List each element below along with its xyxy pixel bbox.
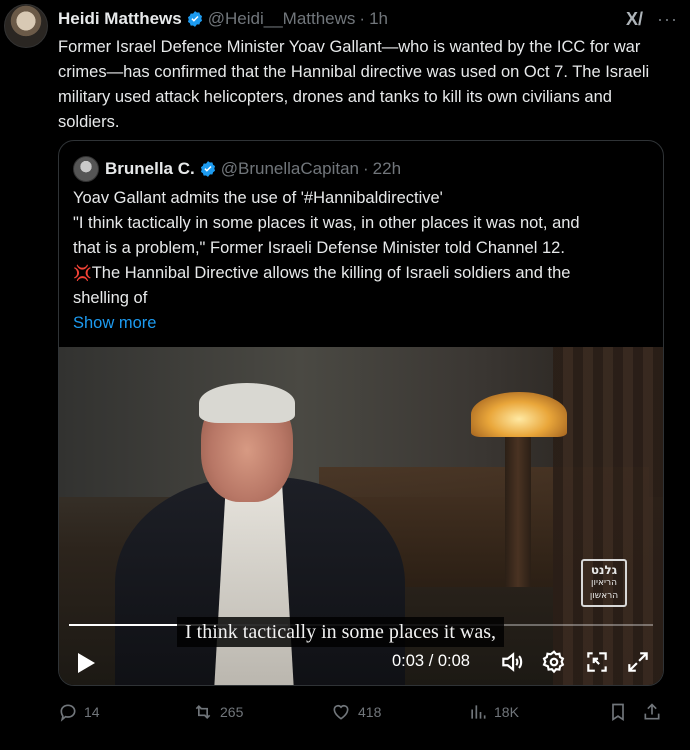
- watermark-line: הראשון: [589, 591, 619, 601]
- view-count: 18K: [494, 704, 519, 720]
- header-actions: X/ ···: [626, 9, 678, 30]
- quoted-text-line: 💢The Hannibal Directive allows the killi…: [73, 261, 653, 286]
- video-controls: 0:03 / 0:08: [59, 645, 663, 681]
- video-player[interactable]: גלנט הריאיון הראשון I think tactically i…: [59, 347, 663, 685]
- reply-icon: [60, 704, 76, 722]
- video-background-curtain: [553, 347, 663, 685]
- quoted-tweet-text: Yoav Gallant admits the use of '#Hanniba…: [73, 186, 653, 336]
- repost-count: 265: [220, 704, 244, 720]
- quoted-text-segment: The Hannibal Directive allows the killin…: [91, 264, 571, 282]
- like-count: 418: [358, 704, 382, 720]
- tweet-text: Former Israel Defence Minister Yoav Gall…: [58, 38, 650, 131]
- quoted-text-line: shelling of: [73, 289, 148, 307]
- grok-icon[interactable]: X/: [626, 9, 643, 30]
- separator-dot: ·: [359, 9, 366, 28]
- fullscreen-icon[interactable]: [625, 649, 651, 680]
- tweet: Heidi Matthews @Heidi__Matthews · 1h X/ …: [0, 0, 690, 750]
- bookmark-button[interactable]: [608, 702, 628, 722]
- reply-count: 14: [84, 704, 100, 720]
- heart-icon: [333, 704, 349, 720]
- watermark-line: הריאיון: [591, 578, 617, 588]
- like-button[interactable]: 418: [330, 702, 381, 722]
- verified-badge-icon: [186, 10, 204, 28]
- verified-badge-icon: [199, 160, 217, 178]
- quoted-author-name[interactable]: Brunella C.: [105, 159, 195, 179]
- share-button[interactable]: [642, 702, 662, 722]
- quoted-tweet-header: Brunella C. @BrunellaCapitan · 22h: [73, 156, 401, 182]
- more-options-icon[interactable]: ···: [657, 9, 678, 30]
- channel-watermark: גלנט הריאיון הראשון: [581, 559, 627, 607]
- views-button[interactable]: 18K: [468, 702, 519, 722]
- volume-icon[interactable]: [499, 649, 525, 680]
- video-subtitle: I think tactically in some places it was…: [177, 617, 505, 647]
- tweet-action-bar: 14 265 418 18K: [58, 700, 668, 726]
- show-more-link[interactable]: Show more: [73, 311, 653, 336]
- anger-symbol-icon: 💢: [73, 265, 92, 282]
- quoted-author-handle[interactable]: @BrunellaCapitan: [221, 159, 359, 179]
- share-icon: [644, 703, 660, 720]
- quoted-text-line: "I think tactically in some places it wa…: [73, 214, 580, 232]
- quoted-text-line: Yoav Gallant admits the use of '#Hanniba…: [73, 189, 443, 207]
- tweet-timestamp[interactable]: 1h: [369, 9, 388, 29]
- separator-dot: ·: [362, 159, 369, 178]
- quoted-tweet[interactable]: Brunella C. @BrunellaCapitan · 22h Yoav …: [58, 140, 664, 686]
- reply-button[interactable]: 14: [58, 702, 100, 722]
- views-chart-icon: [471, 705, 486, 719]
- quoted-text-line: that is a problem," Former Israeli Defen…: [73, 239, 565, 257]
- quoted-author-avatar[interactable]: [73, 156, 99, 182]
- author-avatar[interactable]: [4, 4, 48, 48]
- play-icon[interactable]: [75, 651, 97, 680]
- tweet-header: Heidi Matthews @Heidi__Matthews · 1h X/ …: [58, 8, 678, 30]
- author-name[interactable]: Heidi Matthews: [58, 9, 182, 29]
- bookmark-icon: [612, 703, 624, 722]
- video-time: 0:03 / 0:08: [392, 652, 470, 670]
- watermark-line: גלנט: [590, 563, 618, 577]
- author-handle[interactable]: @Heidi__Matthews: [208, 9, 356, 29]
- settings-gear-icon[interactable]: [541, 649, 567, 680]
- video-lampshade: [471, 392, 567, 437]
- video-lamp-stand: [505, 437, 531, 587]
- quoted-tweet-timestamp[interactable]: 22h: [373, 159, 401, 179]
- picture-in-picture-icon[interactable]: [584, 649, 610, 680]
- repost-icon: [195, 704, 211, 720]
- video-person-hair: [199, 383, 295, 423]
- repost-button[interactable]: 265: [192, 702, 243, 722]
